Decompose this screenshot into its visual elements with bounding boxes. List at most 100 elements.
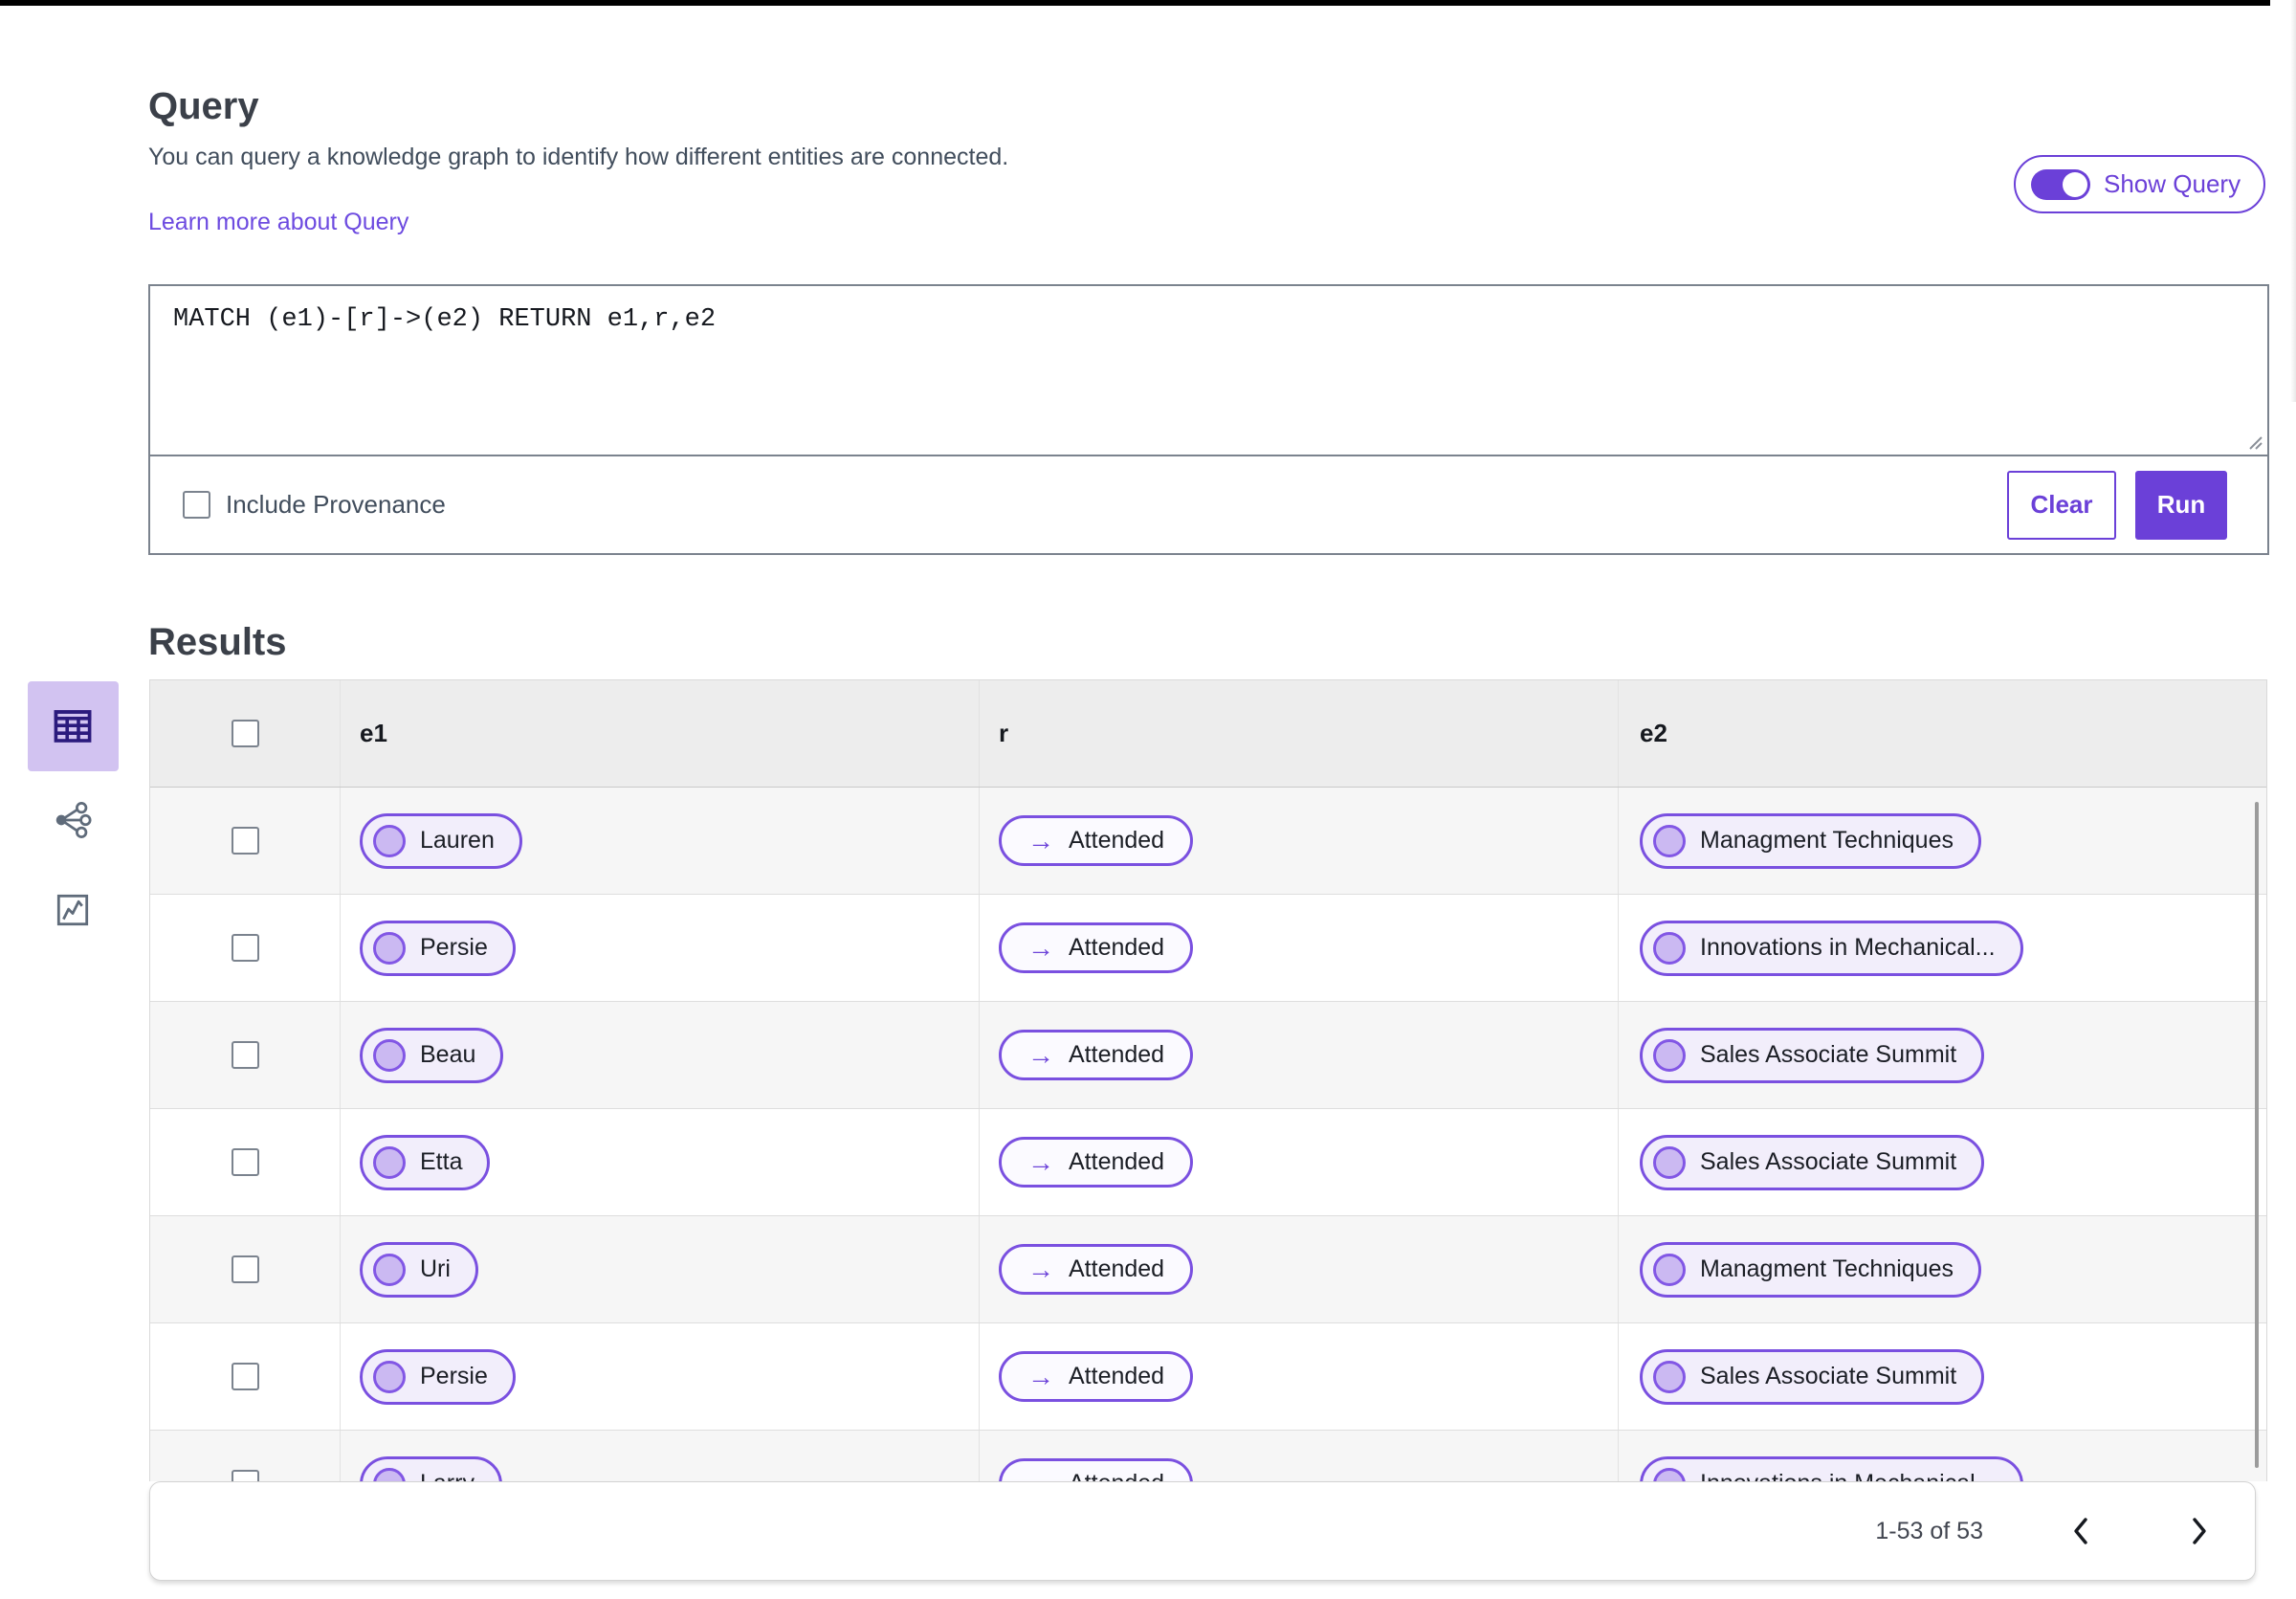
entity-pill[interactable]: Managment Techniques <box>1640 1241 1981 1298</box>
entity-label: Managment Techniques <box>1700 1255 1954 1282</box>
view-switcher <box>27 681 119 951</box>
row-checkbox[interactable] <box>231 1148 259 1176</box>
entity-pill[interactable]: Sales Associate Summit <box>1640 1134 1985 1190</box>
relation-pill[interactable]: → Attended <box>999 1244 1194 1295</box>
next-page-button[interactable] <box>2178 1510 2220 1552</box>
entity-node-icon <box>1653 1145 1686 1179</box>
entity-label: Sales Associate Summit <box>1700 1363 1957 1389</box>
column-label-e1: e1 <box>360 719 387 747</box>
relation-label: Attended <box>1069 1470 1164 1481</box>
clear-button[interactable]: Clear <box>2007 470 2116 540</box>
row-cell-select <box>150 1323 340 1430</box>
row-checkbox[interactable] <box>231 1255 259 1283</box>
relation-pill[interactable]: → Attended <box>999 1030 1194 1080</box>
arrow-right-icon: → <box>1027 1361 1054 1391</box>
entity-pill[interactable]: Persie <box>360 1348 516 1405</box>
run-button[interactable]: Run <box>2135 470 2227 540</box>
column-label-r: r <box>999 719 1009 747</box>
top-border <box>0 0 2270 6</box>
relation-pill[interactable]: → Attended <box>999 922 1194 973</box>
entity-label: Etta <box>420 1148 463 1175</box>
header-cell-r: r <box>979 680 1618 787</box>
entity-label: Sales Associate Summit <box>1700 1041 1957 1068</box>
entity-label: Beau <box>420 1041 476 1068</box>
right-edge-shadow <box>2290 0 2296 402</box>
entity-pill[interactable]: Innovations in Mechanical... <box>1640 1455 2023 1481</box>
entity-pill[interactable]: Beau <box>360 1027 504 1083</box>
relation-pill[interactable]: → Attended <box>999 1137 1194 1188</box>
entity-node-icon <box>373 1038 406 1072</box>
query-page: Query You can query a knowledge graph to… <box>0 0 2296 1599</box>
learn-more-link[interactable]: Learn more about Query <box>148 209 408 236</box>
row-cell-e2: Sales Associate Summit <box>1618 1002 2266 1108</box>
entity-pill[interactable]: Sales Associate Summit <box>1640 1027 1985 1083</box>
row-checkbox[interactable] <box>231 1041 259 1069</box>
row-cell-r: → Attended <box>979 1109 1618 1215</box>
entity-node-icon <box>373 1360 406 1393</box>
relation-pill[interactable]: → Attended <box>999 815 1194 866</box>
results-title: Results <box>148 620 287 663</box>
select-all-checkbox[interactable] <box>231 720 259 747</box>
entity-pill[interactable]: Persie <box>360 920 516 976</box>
query-panel-footer: Include Provenance Clear Run <box>150 456 2267 553</box>
query-editor[interactable]: MATCH (e1)-[r]->(e2) RETURN e1,r,e2 <box>150 286 2267 456</box>
chart-view-button[interactable] <box>28 869 119 951</box>
table-scrollbar <box>2251 788 2261 1481</box>
entity-label: Innovations in Mechanical... <box>1700 1470 1996 1481</box>
entity-pill[interactable]: Sales Associate Summit <box>1640 1348 1985 1405</box>
row-cell-select <box>150 1431 340 1481</box>
page-title: Query <box>148 84 259 127</box>
row-cell-select <box>150 788 340 894</box>
row-cell-e2: Innovations in Mechanical... <box>1618 895 2266 1001</box>
entity-label: Managment Techniques <box>1700 827 1954 854</box>
header-cell-e2: e2 <box>1618 680 2266 787</box>
arrow-right-icon: → <box>1027 825 1054 855</box>
chevron-left-icon <box>2074 1518 2087 1544</box>
table-body: Lauren → Attended Managment Techniques P… <box>150 788 2266 1481</box>
graph-icon <box>55 802 92 838</box>
entity-label: Persie <box>420 934 488 961</box>
entity-label: Persie <box>420 1363 488 1389</box>
include-provenance-checkbox[interactable] <box>183 491 210 519</box>
resize-handle-icon[interactable] <box>2242 430 2263 451</box>
entity-pill[interactable]: Innovations in Mechanical... <box>1640 920 2023 976</box>
row-checkbox[interactable] <box>231 1363 259 1390</box>
table-row: Lauren → Attended Managment Techniques <box>150 788 2266 895</box>
entity-label: Uri <box>420 1255 451 1282</box>
row-cell-e1: Uri <box>340 1216 979 1322</box>
row-cell-e1: Etta <box>340 1109 979 1215</box>
query-text[interactable]: MATCH (e1)-[r]->(e2) RETURN e1,r,e2 <box>173 305 716 334</box>
row-checkbox[interactable] <box>231 1470 259 1481</box>
entity-node-icon <box>373 1253 406 1286</box>
entity-pill[interactable]: Larry <box>360 1455 502 1481</box>
table-row: Larry → Attended Innovations in Mechanic… <box>150 1431 2266 1481</box>
row-checkbox[interactable] <box>231 934 259 962</box>
entity-label: Innovations in Mechanical... <box>1700 934 1996 961</box>
relation-pill[interactable]: → Attended <box>999 1351 1194 1402</box>
show-query-label: Show Query <box>2104 169 2241 198</box>
entity-node-icon <box>1653 1253 1686 1286</box>
entity-node-icon <box>1653 824 1686 857</box>
column-label-e2: e2 <box>1640 719 1667 747</box>
graph-view-button[interactable] <box>28 779 119 861</box>
row-checkbox[interactable] <box>231 827 259 855</box>
relation-label: Attended <box>1069 1255 1165 1282</box>
row-cell-e2: Innovations in Mechanical... <box>1618 1431 2266 1481</box>
table-icon <box>54 710 92 743</box>
row-cell-select <box>150 1002 340 1108</box>
entity-pill[interactable]: Lauren <box>360 812 522 869</box>
entity-pill[interactable]: Uri <box>360 1241 478 1298</box>
entity-pill[interactable]: Etta <box>360 1134 491 1190</box>
toggle-on-icon[interactable] <box>2031 168 2090 200</box>
table-view-button[interactable] <box>27 681 119 771</box>
scrollbar-thumb[interactable] <box>2255 802 2259 1468</box>
show-query-toggle[interactable]: Show Query <box>2014 155 2266 213</box>
row-cell-e2: Managment Techniques <box>1618 788 2266 894</box>
relation-label: Attended <box>1069 827 1165 854</box>
entity-node-icon <box>373 1145 406 1179</box>
relation-pill[interactable]: → Attended <box>999 1458 1194 1481</box>
previous-page-button[interactable] <box>2060 1510 2102 1552</box>
row-cell-e2: Sales Associate Summit <box>1618 1109 2266 1215</box>
entity-pill[interactable]: Managment Techniques <box>1640 812 1981 869</box>
row-cell-r: → Attended <box>979 895 1618 1001</box>
